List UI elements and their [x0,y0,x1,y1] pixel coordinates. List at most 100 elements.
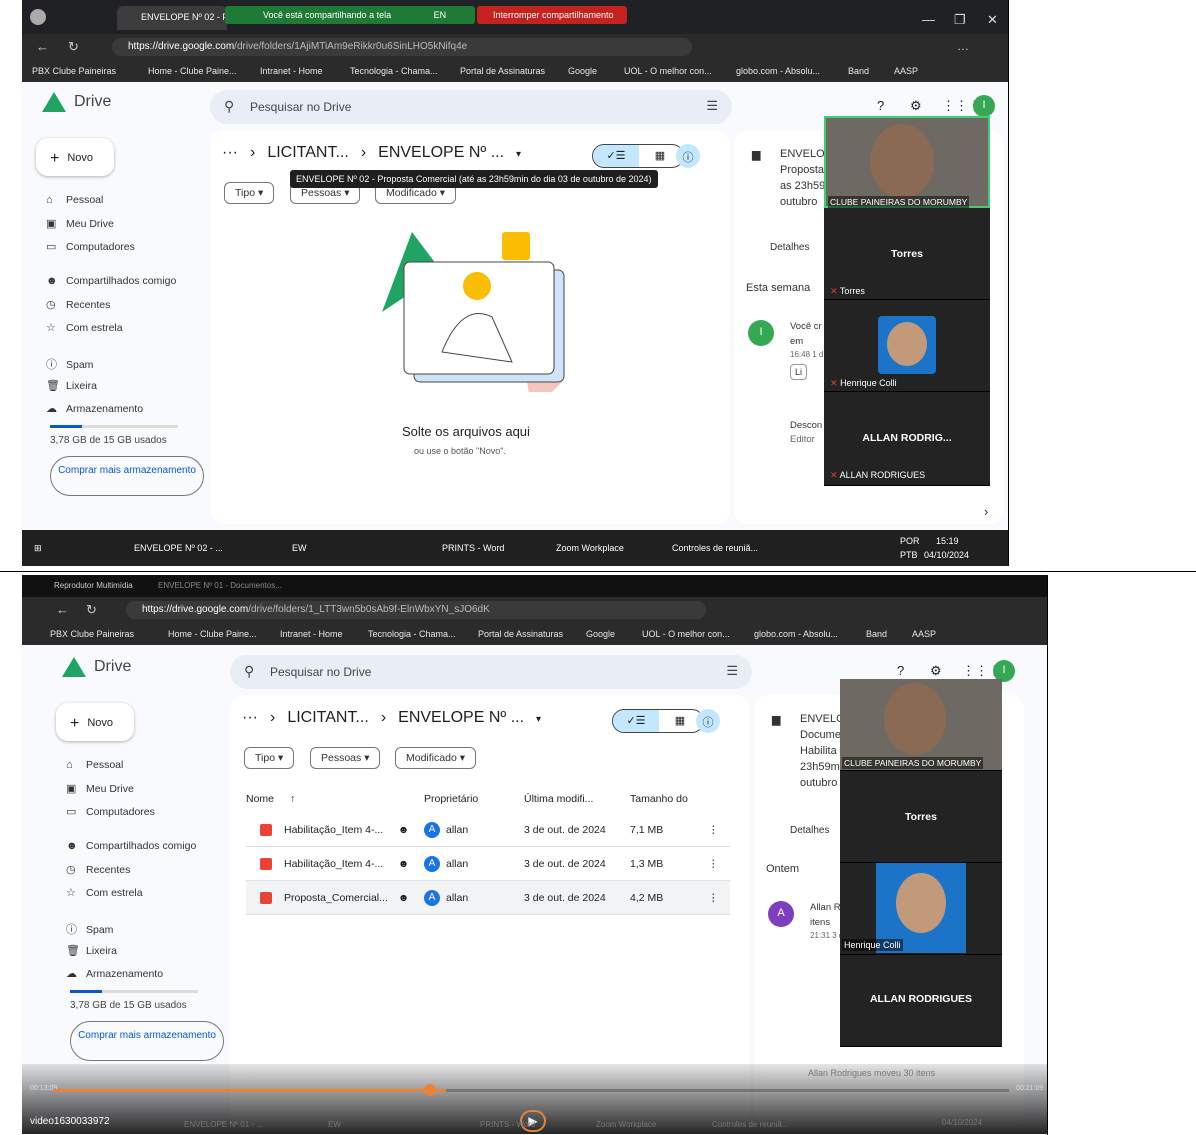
table-row[interactable]: Proposta_Comercial... ☻ A allan 3 de out… [246,881,730,915]
bookmark-item[interactable]: AASP [912,629,936,639]
bookmark-item[interactable]: Home - Clube Paine... [148,66,237,76]
breadcrumb-item[interactable]: LICITANT... [267,144,349,161]
help-icon[interactable]: ? [877,98,884,113]
close-icon[interactable]: ✕ [987,12,998,28]
bookmark-item[interactable]: UOL - O melhor con... [642,629,730,639]
table-row[interactable]: Habilitação_Item 4-... ☻ A allan 3 de ou… [246,813,730,847]
nav-shared[interactable]: ☻ Compartilhados comigo [66,840,196,852]
nav-trash[interactable]: 🗑 Lixeira [46,379,97,392]
profile-icon[interactable] [30,9,46,25]
nav-storage[interactable]: ☁ Armazenamento [46,402,143,415]
restore-icon[interactable]: ❐ [954,12,966,28]
filter-icon[interactable]: ☰ [706,98,718,114]
reload-icon[interactable]: ↻ [68,39,79,55]
filter-tipo[interactable]: Tipo ▾ [224,182,275,204]
video-tile-active[interactable]: CLUBE PAINEIRAS DO MORUMBY [840,679,1002,771]
dropdown-icon[interactable]: ▾ [516,149,521,160]
filter-tipo[interactable]: Tipo ▾ [244,747,295,769]
back-icon[interactable]: ← [56,602,69,617]
nav-meu-drive[interactable]: ▣ Meu Drive [66,782,134,795]
bookmark-item[interactable]: Band [848,66,869,76]
nav-pessoal[interactable]: ⌂ Pessoal [66,759,123,771]
back-icon[interactable]: ← [36,39,49,54]
drive-logo[interactable]: Drive [42,92,111,112]
minimize-icon[interactable]: — [922,12,935,27]
browser-tab[interactable]: ENVELOPE Nº 02 - Pr [117,6,227,30]
windows-icon[interactable]: ⊞ [34,543,42,554]
video-tile-allan[interactable]: ALLAN RODRIGUES [840,955,1002,1047]
search-input[interactable]: ⚲ Pesquisar no Drive ☰ [230,655,752,689]
bookmark-item[interactable]: Tecnologia - Chama... [368,629,456,639]
nav-recent[interactable]: ◷ Recentes [46,298,110,311]
new-button[interactable]: + Novo [36,138,114,176]
breadcrumb-current[interactable]: ENVELOPE Nº ... [378,144,504,161]
more-icon[interactable]: … [957,39,969,53]
breadcrumb-item[interactable]: LICITANT... [287,709,369,726]
nav-starred[interactable]: ☆ Com estrela [46,321,123,334]
list-view-icon[interactable]: ✓☰ [593,145,639,167]
more-vert-icon[interactable]: ⋮ [708,858,719,870]
tab-title[interactable]: ENVELOPE Nº 01 - Documentos... [158,581,282,590]
seek-bar[interactable] [54,1089,1009,1092]
nav-starred[interactable]: ☆ Com estrela [66,886,143,899]
nav-pessoal[interactable]: ⌂ Pessoal [46,194,103,206]
stop-sharing-button[interactable]: Interromper compartilhamento [477,6,627,24]
video-tile-allan[interactable]: ALLAN RODRIG... ✕ ALLAN RODRIGUES [824,392,990,486]
nav-recent[interactable]: ◷ Recentes [66,863,130,876]
col-header-name[interactable]: Nome [246,793,274,805]
table-row[interactable]: Habilitação_Item 4-... ☻ A allan 3 de ou… [246,847,730,881]
more-vert-icon[interactable]: ⋮ [708,824,719,836]
bookmark-item[interactable]: Portal de Assinaturas [460,66,545,76]
list-view-icon[interactable]: ✓☰ [613,710,659,732]
video-tile-torres[interactable]: Torres [840,771,1002,863]
nav-spam[interactable]: ⓘ Spam [46,356,93,372]
gear-icon[interactable]: ⚙ [930,663,942,679]
taskbar-item[interactable]: Controles de reuniã... [672,543,758,553]
activity-chip[interactable]: Li [790,364,808,380]
new-button[interactable]: + Novo [56,703,134,741]
video-tile-henrique[interactable]: ✕ Henrique Colli [824,300,990,392]
info-icon[interactable]: ⓘ [676,144,700,168]
video-tile-henrique[interactable]: Henrique Colli [840,863,1002,955]
tab-details[interactable]: Detalhes [790,825,829,836]
bookmark-item[interactable]: Home - Clube Paine... [168,629,257,639]
breadcrumb-current[interactable]: ENVELOPE Nº ... [398,709,524,726]
bookmark-item[interactable]: Band [866,629,887,639]
buy-storage-button[interactable]: Comprar mais armazenamento [50,456,204,496]
nav-spam[interactable]: ⓘ Spam [66,921,113,937]
bookmark-item[interactable]: PBX Clube Paineiras [50,629,134,639]
bookmark-item[interactable]: Google [586,629,615,639]
col-header-size[interactable]: Tamanho do [630,793,688,805]
col-header-modified[interactable]: Última modifi... [524,793,593,805]
bookmark-item[interactable]: AASP [894,66,918,76]
filter-pessoas[interactable]: Pessoas ▾ [310,747,381,769]
taskbar-item[interactable]: PRINTS - Word [442,543,504,553]
col-header-owner[interactable]: Proprietário [424,793,478,805]
nav-computadores[interactable]: ▭ Computadores [66,805,155,818]
clock-time[interactable]: 15:19 [936,536,959,546]
drive-logo[interactable]: Drive [62,657,131,677]
nav-shared[interactable]: ☻ Compartilhados comigo [46,275,176,287]
taskbar-item[interactable]: ENVELOPE Nº 02 - ... [134,543,242,553]
chevron-right-icon[interactable]: › [984,504,988,519]
bookmark-item[interactable]: UOL - O melhor con... [624,66,712,76]
taskbar-item[interactable]: EW [292,543,307,553]
info-icon[interactable]: ⓘ [696,709,720,733]
bookmark-item[interactable]: Tecnologia - Chama... [350,66,438,76]
clock-date[interactable]: 04/10/2024 [924,550,969,560]
url-field[interactable]: https://drive.google.com/drive/folders/1… [126,601,706,619]
dropdown-icon[interactable]: ▾ [536,714,541,725]
view-toggle[interactable]: ✓☰ ▦ [592,144,684,168]
buy-storage-button[interactable]: Comprar mais armazenamento [70,1021,224,1061]
bookmark-item[interactable]: Intranet - Home [260,66,323,76]
bookmark-item[interactable]: globo.com - Absolu... [754,629,838,639]
more-icon[interactable]: ··· [242,709,258,726]
lang-indicator[interactable]: POR [900,536,920,546]
bookmark-item[interactable]: Intranet - Home [280,629,343,639]
video-tile-active[interactable]: CLUBE PAINEIRAS DO MORUMBY [824,116,990,208]
filter-modificado[interactable]: Modificado ▾ [395,747,476,769]
sort-arrow-icon[interactable]: ↑ [290,793,295,805]
bookmark-item[interactable]: PBX Clube Paineiras [32,66,116,76]
seek-handle[interactable] [424,1084,436,1096]
gear-icon[interactable]: ⚙ [910,98,922,114]
